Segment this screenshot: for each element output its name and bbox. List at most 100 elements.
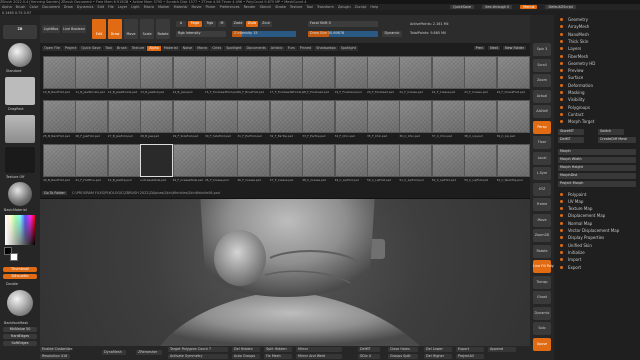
midvalue-slider[interactable]: MidValue 50 (3, 327, 37, 332)
zadd-button[interactable]: Zadd (232, 21, 244, 27)
palette-uv-map[interactable]: UV Map (554, 199, 640, 205)
palette-preview[interactable]: Preview (554, 68, 640, 74)
alpha-tile[interactable]: 54_C_NeckTop.psd (496, 144, 530, 182)
live-boolean-button[interactable]: Live Boolean (62, 25, 86, 33)
palette-deformation[interactable]: Deformation (554, 83, 640, 89)
palette-fibermesh[interactable]: FiberMesh (554, 54, 640, 60)
menu-file[interactable]: File (108, 5, 114, 9)
alpha-tile[interactable]: 29_F_SideFold.psd (172, 100, 206, 138)
texture-thumb[interactable] (5, 147, 35, 173)
shelf-persp-button[interactable]: Persp (533, 120, 551, 134)
groups-split-button[interactable]: Groups Split (388, 354, 418, 359)
lightbox-tab-furs[interactable]: Furs (285, 46, 297, 51)
quicksave-button[interactable]: QuickSave (450, 5, 475, 9)
palette-geometry-hd[interactable]: Geometry HD (554, 61, 640, 67)
lightbox-tab-macro[interactable]: Macro (195, 46, 210, 51)
go-to-folder-button[interactable]: Go To Folder (42, 191, 67, 195)
menu-texture[interactable]: Texture (290, 5, 302, 9)
menu-material[interactable]: Material (174, 5, 188, 9)
shelf-line-fill-polyf-button[interactable]: Line Fill PolyF (533, 260, 556, 273)
menu-render[interactable]: Render (244, 5, 256, 9)
lightbox-tab-grids[interactable]: Grids (210, 46, 224, 51)
color-picker[interactable] (5, 215, 35, 245)
alpha-tile[interactable]: 21_F_Crease.psd (399, 56, 433, 94)
shelf-dynamic-button[interactable]: Dynamic (533, 306, 551, 320)
hardedges-button[interactable]: HardEdges (3, 334, 37, 339)
palette-morph-target[interactable]: Morph Target (554, 119, 640, 125)
palette-contact[interactable]: Contact (554, 112, 640, 118)
draw-button[interactable]: Draw (108, 19, 122, 39)
alpha-tile[interactable]: 15_F_ForeheadFold.psd (205, 56, 238, 94)
palette-geometry[interactable]: Geometry (554, 17, 640, 23)
menu-edit[interactable]: Edit (97, 5, 104, 9)
auto-groups-button[interactable]: Auto Groups (232, 354, 260, 359)
alpha-tile[interactable]: 20_F_Forehead.psd (367, 56, 400, 94)
alpha-thumb[interactable] (5, 115, 35, 143)
m-button[interactable]: M (218, 21, 226, 27)
menu-draw[interactable]: Draw (64, 5, 73, 9)
alpha-tile[interactable]: 17_F_ForeheadWrinkle.psd (269, 56, 303, 94)
lightbox-tab-shadowbox[interactable]: Shadowbox (314, 46, 338, 51)
edit-button[interactable]: Edit (92, 19, 106, 39)
shelf-solo-button[interactable]: Solo (533, 322, 551, 335)
menu-stroke[interactable]: Stroke (275, 5, 286, 9)
palette-normal-map[interactable]: Normal Map (554, 221, 640, 227)
alpha-tile[interactable]: 11_B_JawWrinkle.psd (75, 56, 109, 94)
palette-thick-skin[interactable]: Thick Skin (554, 39, 640, 45)
menu-tool[interactable]: Tool (306, 5, 313, 9)
alpha-tile[interactable]: 49_C_LipFold.psd (334, 144, 368, 182)
lightbox-tab-texture[interactable]: Texture (129, 46, 147, 51)
lightbox-prev-button[interactable]: Prev (473, 46, 485, 50)
menu-stencil[interactable]: Stencil (260, 5, 271, 9)
rotate-button[interactable]: Rotate (156, 19, 170, 39)
z-intensity-slider[interactable]: Z Intensity 15 (232, 31, 296, 37)
alpha-tile[interactable]: 23_F_Crease.psd (464, 56, 498, 94)
alpha-tile[interactable]: 47_F_Crease.psd (269, 144, 303, 182)
menu-zscript[interactable]: Zscript (355, 5, 367, 9)
palette-unified-skin[interactable]: Unified Skin (554, 243, 640, 249)
load-tool-button[interactable]: ZB (3, 25, 37, 39)
dynamesh-button[interactable]: DynaMesh (102, 350, 126, 355)
palette-surface[interactable]: Surface (554, 75, 640, 81)
delmt-button[interactable]: DelMT (358, 347, 380, 352)
palette-layers[interactable]: Layers (554, 46, 640, 52)
new-folder-button[interactable]: New Folder (503, 46, 526, 50)
morph-slider[interactable]: Morph (558, 148, 636, 155)
del-higher-button[interactable]: Del Higher (424, 354, 452, 359)
secondary-color-swatch[interactable] (10, 253, 18, 261)
alpha-tile[interactable]: 41_F_FoldFine.psd (75, 144, 109, 182)
a-button[interactable]: A (176, 21, 186, 27)
switch-button[interactable]: Switch (598, 128, 624, 135)
alpha-tile[interactable]: 14_B_Jowl.psd (172, 56, 206, 94)
resolution-slider[interactable]: Resolution 416 (40, 354, 70, 359)
close-holes-button[interactable]: Close Holes (388, 347, 418, 352)
alpha-tile[interactable]: 46_F_Crease.psd (237, 144, 271, 182)
lightbox-tab-tool[interactable]: Tool (103, 46, 115, 51)
alpha-tile[interactable]: 38_C_Lip.psd (464, 100, 498, 138)
menu-brush[interactable]: Brush (16, 5, 26, 9)
shelf-spix-3-button[interactable]: Spix 3 (533, 43, 551, 56)
lightbox-tab-artistic[interactable]: Artistic (268, 46, 285, 51)
lightbox-next-button[interactable]: Next (488, 46, 500, 50)
palette-vector-displacement-map[interactable]: Vector Displacement Map (554, 228, 640, 234)
project-morph-slider[interactable]: Project Morph (558, 180, 636, 187)
alpha-tile[interactable]: 50_C_LipFold.psd (367, 144, 400, 182)
projectall-button[interactable]: ProjectAll (456, 354, 484, 359)
shelf-transp-button[interactable]: Transp (533, 275, 551, 289)
shelf-frame-button[interactable]: Frame (533, 198, 551, 211)
mirror-button[interactable]: Mirror (296, 347, 342, 352)
menu-marker[interactable]: Marker (158, 5, 170, 9)
lightbox-tab-spotlight[interactable]: Spotlight (224, 46, 244, 51)
palette-nanomesh[interactable]: NanoMesh (554, 32, 640, 38)
alpha-tile[interactable]: 44_F_CreaseWide.psd (172, 144, 206, 182)
append-button[interactable]: Append (488, 347, 516, 352)
alpha-tile[interactable]: 10_B_NeckFold.psd (43, 56, 76, 94)
backface-mask-label[interactable]: BackfaceMask (4, 321, 28, 325)
del-lower-button[interactable]: Del Lower (424, 347, 452, 352)
morph-width-slider[interactable]: Morph Width (558, 156, 636, 163)
alpha-tile[interactable]: 13_B_JawRoll.psd (140, 56, 174, 94)
lightbox-tab-spotlight[interactable]: Spotlight (338, 46, 358, 51)
split-hidden-button[interactable]: Split Hidden (264, 347, 292, 352)
morph-height-slider[interactable]: Morph Height (558, 164, 636, 171)
menu-document[interactable]: Document (42, 5, 60, 9)
